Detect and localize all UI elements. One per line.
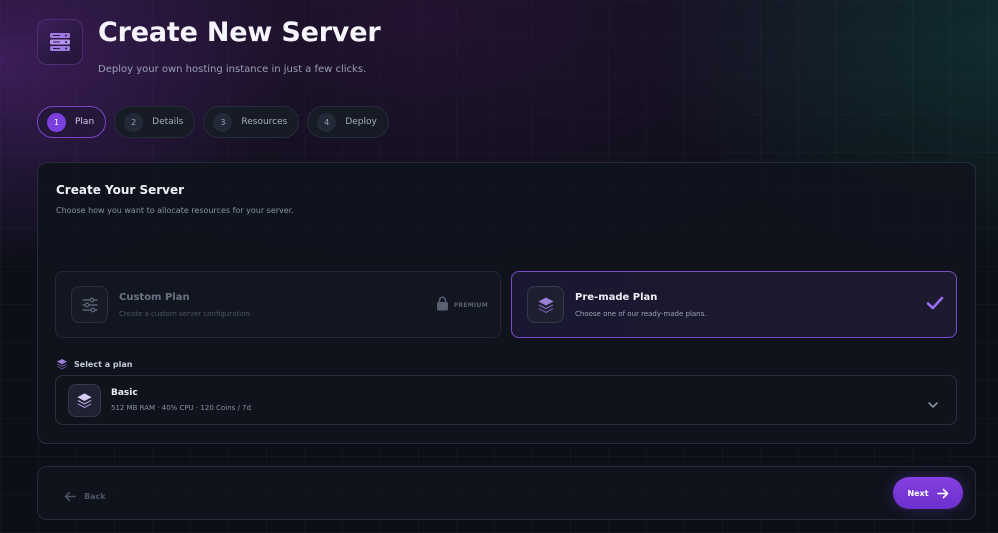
chevron-down-icon (927, 395, 939, 414)
step-number: 3 (213, 112, 233, 132)
next-label: Next (907, 488, 929, 498)
back-button[interactable]: Back (64, 487, 106, 506)
step-details[interactable]: 2 Details (114, 106, 196, 138)
premade-plan-name: Pre-made Plan (575, 291, 658, 303)
sliders-icon (71, 286, 108, 323)
step-label: Resources (241, 117, 288, 127)
back-label: Back (84, 492, 106, 501)
page-title: Create New Server (98, 17, 381, 48)
custom-plan-description: Create a custom server configuration. (119, 309, 253, 318)
step-resources[interactable]: 3 Resources (203, 106, 300, 138)
card-title: Create Your Server (56, 183, 185, 197)
next-button[interactable]: Next (893, 477, 963, 509)
selected-plan-specs: 512 MB RAM · 40% CPU · 120 Coins / 7d (111, 404, 251, 412)
premium-label: PREMIUM (453, 302, 488, 309)
wizard-footer: Back Next (37, 466, 976, 520)
create-server-card: Create Your Server Choose how you want t… (37, 162, 976, 444)
card-description: Choose how you want to allocate resource… (56, 206, 294, 215)
arrow-right-icon (936, 484, 949, 503)
step-label: Plan (75, 117, 95, 127)
stepper: 1 Plan 2 Details 3 Resources 4 Deploy (37, 106, 397, 138)
select-plan-label-text: Select a plan (74, 360, 133, 369)
step-label: Deploy (345, 117, 377, 127)
custom-plan-option[interactable]: Custom Plan Create a custom server confi… (55, 271, 501, 338)
checkmark-icon (926, 295, 944, 315)
server-stack-icon (37, 19, 83, 65)
select-plan-label: Select a plan (56, 355, 132, 374)
page-header: Create New Server Deploy your own hostin… (37, 17, 381, 75)
lock-icon (436, 296, 449, 315)
layers-icon (527, 286, 564, 323)
layers-icon (68, 383, 101, 417)
step-deploy[interactable]: 4 Deploy (307, 106, 389, 138)
page-subtitle: Deploy your own hosting instance in just… (98, 64, 367, 75)
selected-plan-name: Basic (111, 388, 138, 398)
layers-icon (56, 355, 68, 374)
step-number: 4 (317, 112, 337, 132)
step-plan[interactable]: 1 Plan (37, 106, 107, 138)
step-number: 2 (124, 112, 144, 132)
arrow-left-icon (64, 487, 76, 506)
step-number: 1 (47, 112, 66, 132)
premade-plan-description: Choose one of our ready-made plans. (575, 309, 707, 318)
premium-badge: PREMIUM (436, 296, 488, 315)
step-label: Details (152, 117, 184, 127)
premade-plan-option[interactable]: Pre-made Plan Choose one of our ready-ma… (511, 271, 957, 338)
plan-select-dropdown[interactable]: Basic 512 MB RAM · 40% CPU · 120 Coins /… (55, 375, 957, 425)
custom-plan-name: Custom Plan (119, 291, 190, 303)
